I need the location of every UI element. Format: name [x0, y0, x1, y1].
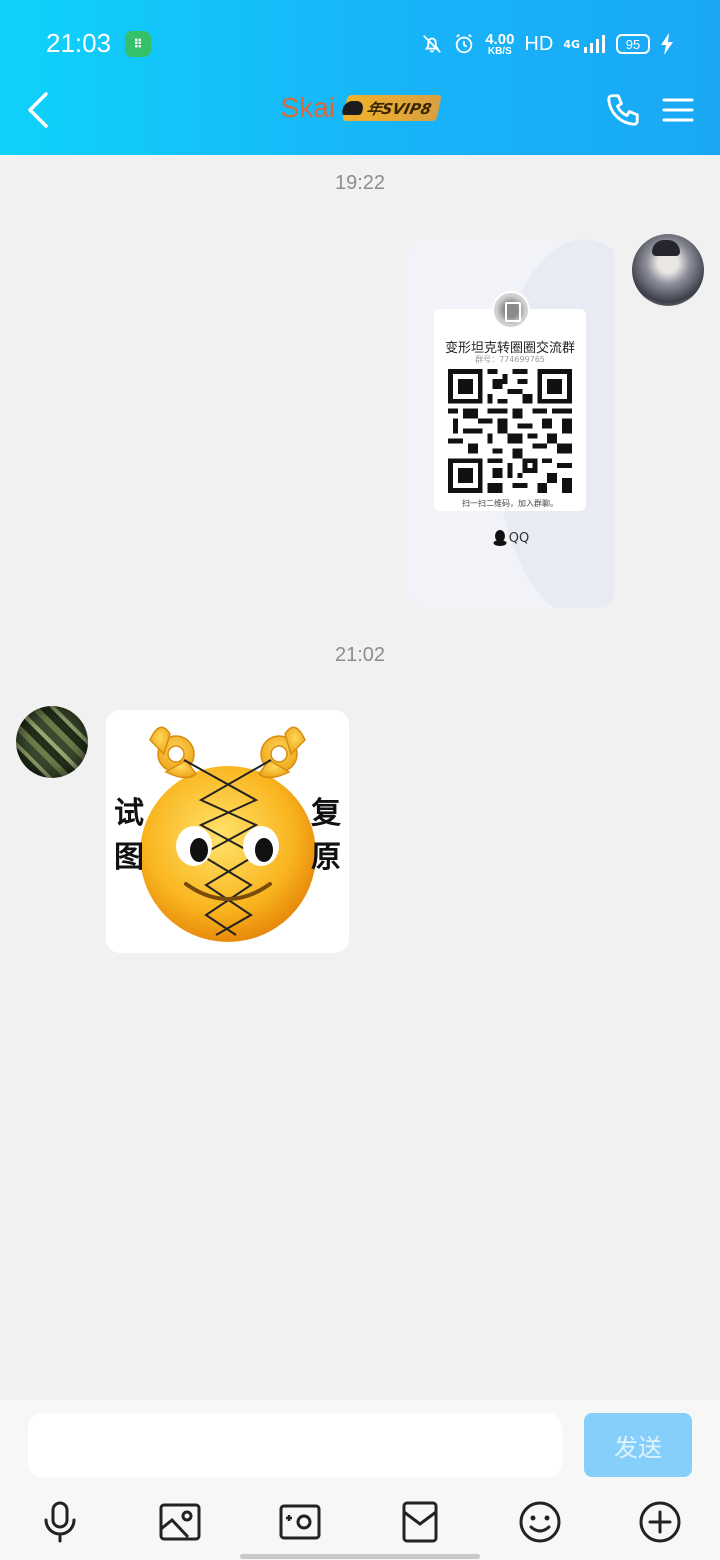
- contact-avatar[interactable]: [16, 706, 88, 778]
- qq-penguin-icon: [493, 530, 507, 546]
- qq-brand: QQ: [408, 529, 614, 547]
- image-button[interactable]: [156, 1496, 204, 1548]
- contact-name: Skai: [280, 92, 336, 123]
- message-timestamp: 19:22: [334, 172, 386, 194]
- message-input[interactable]: [28, 1413, 562, 1477]
- network-type: 4G: [563, 37, 580, 51]
- more-button[interactable]: [636, 1496, 684, 1548]
- group-number: 群号：774699765: [475, 355, 545, 364]
- net-speed-unit: KB/S: [487, 45, 512, 57]
- network-speed: 4.00 KB/S: [485, 32, 514, 57]
- charging-bolt-icon: [661, 33, 673, 55]
- emoji-button[interactable]: [516, 1496, 564, 1548]
- menu-button[interactable]: [662, 92, 694, 128]
- alarm-icon: [455, 34, 473, 54]
- group-qr-card-message[interactable]: 变形坦克转圈圈交流群 群号：774699765 扫一扫二维码，加入群聊。 QQ: [408, 239, 614, 608]
- battery-icon: 95: [616, 34, 650, 54]
- group-avatar: [492, 291, 530, 329]
- app-notification-icon: ⠿: [125, 31, 151, 57]
- status-bar: 21:03 ⠿ 4.00 KB/S HD 4G 95: [0, 0, 720, 88]
- call-button[interactable]: [604, 90, 642, 130]
- composer-toolbar: [0, 1496, 720, 1552]
- sticker-text-right-2: 原: [311, 840, 341, 875]
- composer: 发送: [0, 1400, 720, 1560]
- red-packet-icon: [402, 1501, 438, 1543]
- phone-icon: [607, 94, 639, 126]
- qr-code: [448, 369, 572, 493]
- microphone-icon: [44, 1501, 76, 1543]
- svip-badge: 年SVIP8: [342, 95, 443, 121]
- image-icon: [159, 1503, 201, 1541]
- status-time: 21:03: [46, 28, 112, 58]
- sticker-text-left-2: 图: [114, 840, 144, 875]
- red-packet-button[interactable]: [396, 1496, 444, 1548]
- qr-footer-text: 扫一扫二维码，加入群聊。: [462, 499, 558, 508]
- self-avatar[interactable]: [632, 234, 704, 306]
- net-speed-value: 4.00: [485, 30, 515, 48]
- menu-icon: [662, 98, 694, 122]
- emoji-icon: [519, 1501, 561, 1543]
- plus-icon: [639, 1501, 681, 1543]
- sticker-message[interactable]: 试 图 复 原: [106, 710, 349, 953]
- qq-brand-label: QQ: [508, 530, 530, 546]
- svip-badge-label: 年SVIP8: [364, 99, 434, 118]
- camera-button[interactable]: [276, 1496, 324, 1548]
- sticker-text-right-1: 复: [311, 796, 341, 831]
- message-timestamp: 21:02: [334, 644, 386, 666]
- qr-card-body: 变形坦克转圈圈交流群 群号：774699765 扫一扫二维码，加入群聊。: [434, 309, 586, 511]
- hd-label: HD: [524, 32, 554, 55]
- status-indicators: 4.00 KB/S HD 4G 95: [421, 28, 674, 60]
- voice-button[interactable]: [36, 1496, 84, 1548]
- top-bar: 21:03 ⠿ 4.00 KB/S HD 4G 95 Skai 年SVIP8: [0, 0, 720, 155]
- mute-bell-icon: [423, 35, 442, 53]
- sticker-text-left-1: 试: [114, 796, 144, 831]
- send-button[interactable]: 发送: [584, 1413, 692, 1477]
- signal-icon: [584, 35, 605, 53]
- camera-icon: [279, 1504, 321, 1540]
- title-bar: Skai 年SVIP8: [0, 88, 720, 155]
- home-indicator[interactable]: [240, 1554, 480, 1559]
